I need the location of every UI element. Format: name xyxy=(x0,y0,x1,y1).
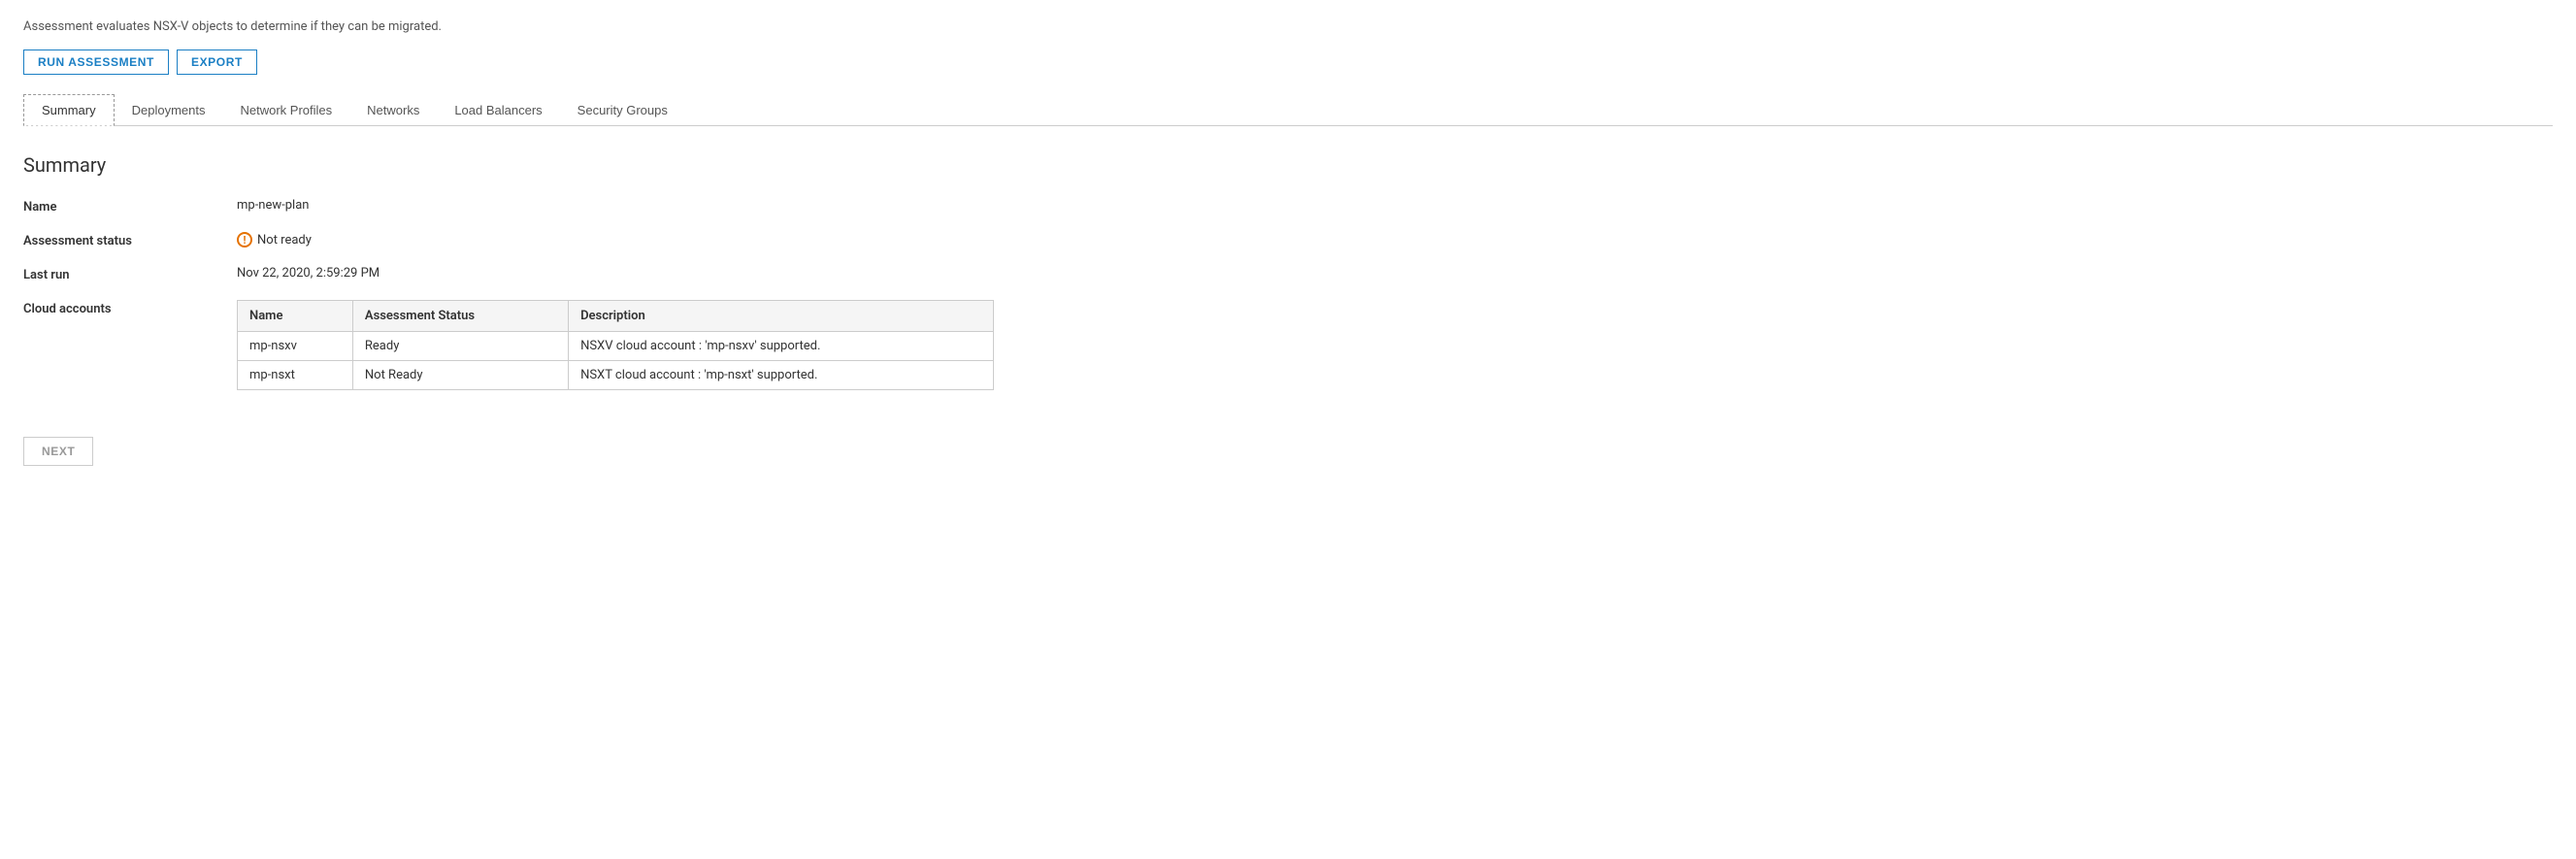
assessment-status-value: ! Not ready xyxy=(237,232,312,248)
next-button-container: NEXT xyxy=(23,408,2553,466)
tab-network-profiles[interactable]: Network Profiles xyxy=(223,94,350,125)
tab-summary[interactable]: Summary xyxy=(23,94,115,126)
table-header-row: Name Assessment Status Description xyxy=(238,301,994,332)
page-description: Assessment evaluates NSX-V objects to de… xyxy=(23,19,2553,34)
last-run-label: Last run xyxy=(23,266,237,282)
col-assessment-status: Assessment Status xyxy=(352,301,568,332)
export-button[interactable]: EXPORT xyxy=(177,50,257,75)
summary-title: Summary xyxy=(23,153,2553,177)
last-run-row: Last run Nov 22, 2020, 2:59:29 PM xyxy=(23,266,2553,282)
tab-load-balancers[interactable]: Load Balancers xyxy=(437,94,559,125)
row-name: mp-nsxv xyxy=(238,332,353,361)
toolbar: RUN ASSESSMENT EXPORT xyxy=(23,50,2553,75)
row-name: mp-nsxt xyxy=(238,361,353,390)
col-description: Description xyxy=(569,301,994,332)
row-status: Not Ready xyxy=(352,361,568,390)
table-row: mp-nsxvReadyNSXV cloud account : 'mp-nsx… xyxy=(238,332,994,361)
next-button[interactable]: NEXT xyxy=(23,437,93,466)
assessment-status-row: Assessment status ! Not ready xyxy=(23,232,2553,248)
name-row: Name mp-new-plan xyxy=(23,198,2553,215)
summary-section: Summary Name mp-new-plan Assessment stat… xyxy=(23,153,2553,390)
assessment-status-label: Assessment status xyxy=(23,232,237,248)
tab-security-groups[interactable]: Security Groups xyxy=(560,94,685,125)
tab-networks[interactable]: Networks xyxy=(349,94,437,125)
tab-bar: Summary Deployments Network Profiles Net… xyxy=(23,94,2553,126)
not-ready-icon: ! xyxy=(237,232,252,248)
cloud-accounts-label: Cloud accounts xyxy=(23,300,237,316)
tab-deployments[interactable]: Deployments xyxy=(115,94,223,125)
last-run-value: Nov 22, 2020, 2:59:29 PM xyxy=(237,266,380,281)
status-text: Not ready xyxy=(257,233,312,248)
cloud-accounts-row: Cloud accounts Name Assessment Status De… xyxy=(23,300,2553,390)
row-description: NSXT cloud account : 'mp-nsxt' supported… xyxy=(569,361,994,390)
row-status: Ready xyxy=(352,332,568,361)
row-description: NSXV cloud account : 'mp-nsxv' supported… xyxy=(569,332,994,361)
name-value: mp-new-plan xyxy=(237,198,309,213)
name-label: Name xyxy=(23,198,237,215)
col-name: Name xyxy=(238,301,353,332)
table-row: mp-nsxtNot ReadyNSXT cloud account : 'mp… xyxy=(238,361,994,390)
run-assessment-button[interactable]: RUN ASSESSMENT xyxy=(23,50,169,75)
cloud-accounts-table: Name Assessment Status Description mp-ns… xyxy=(237,300,994,390)
